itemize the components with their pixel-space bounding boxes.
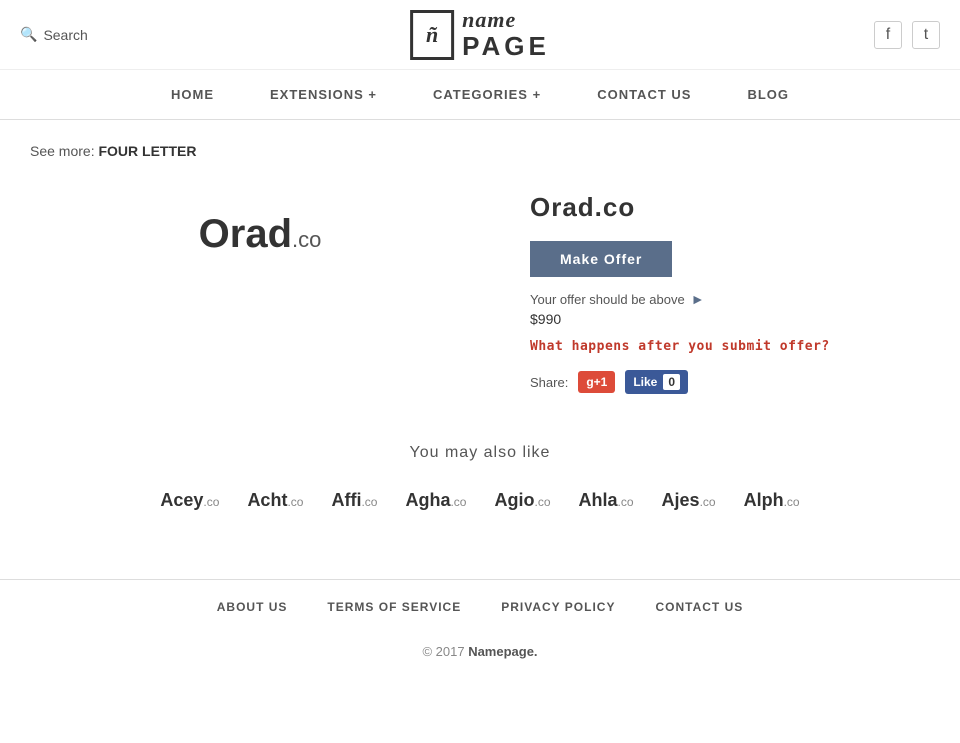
logo[interactable]: ñ name PAGE — [410, 8, 550, 61]
domain-card[interactable]: Ahla.co — [575, 482, 638, 519]
domain-display: Orad.co Orad.co Make Offer Your offer sh… — [30, 182, 930, 404]
nav-categories[interactable]: CATEGORIES + — [425, 82, 549, 107]
offer-hint-arrow-icon: ► — [691, 291, 705, 307]
logo-text: name PAGE — [462, 8, 550, 61]
domain-card[interactable]: Affi.co — [327, 482, 381, 519]
domain-card[interactable]: Alph.co — [740, 482, 804, 519]
domain-card[interactable]: Acht.co — [243, 482, 307, 519]
fb-count: 0 — [663, 374, 680, 390]
also-like-section: You may also like Acey.coAcht.coAffi.coA… — [30, 444, 930, 519]
domain-card[interactable]: Ajes.co — [658, 482, 720, 519]
nav-contact[interactable]: CONTACT US — [589, 82, 699, 107]
search-bar[interactable]: 🔍 Search — [20, 26, 88, 43]
domain-card[interactable]: Agha.co — [401, 482, 470, 519]
fb-label: Like — [633, 375, 657, 389]
gplus-label: g+1 — [586, 375, 607, 389]
share-label: Share: — [530, 375, 568, 390]
domain-preview-name: Orad.co — [199, 212, 322, 257]
logo-page: PAGE — [462, 32, 550, 61]
domain-card[interactable]: Acey.co — [156, 482, 223, 519]
footer-copyright: © 2017 Namepage. — [0, 634, 960, 679]
offer-hint-text: Your offer should be above — [530, 292, 685, 307]
logo-name: name — [462, 8, 550, 32]
footer-link[interactable]: ABOUT US — [217, 600, 288, 614]
domain-info-panel: Orad.co Make Offer Your offer should be … — [530, 182, 930, 404]
search-icon: 🔍 — [20, 26, 37, 43]
footer-link[interactable]: PRIVACY POLICY — [501, 600, 615, 614]
nav-extensions[interactable]: EXTENSIONS + — [262, 82, 385, 107]
share-row: Share: g+1 Like 0 — [530, 370, 930, 394]
offer-amount: $990 — [530, 311, 930, 327]
social-icons: f t — [874, 21, 940, 49]
also-like-grid: Acey.co Acht.co Affi.co Agha.co Agio.co Ahla.… — [30, 482, 930, 519]
facebook-like-button[interactable]: Like 0 — [625, 370, 688, 394]
see-more-prefix: See more: — [30, 143, 95, 159]
logo-icon: ñ — [410, 10, 454, 60]
offer-link[interactable]: What happens after you submit offer? — [530, 339, 930, 354]
domain-card[interactable]: Agio.co — [490, 482, 554, 519]
see-more-section: See more: FOUR LETTER — [30, 140, 930, 162]
copyright-text: © 2017 — [422, 644, 464, 659]
header: 🔍 Search ñ name PAGE f t — [0, 0, 960, 70]
also-like-title: You may also like — [30, 444, 930, 462]
make-offer-button[interactable]: Make Offer — [530, 241, 672, 277]
footer-links: ABOUT US TERMS OF SERVICE PRIVACY POLICY CO… — [0, 579, 960, 634]
nav-blog[interactable]: BLOG — [739, 82, 797, 107]
footer-link[interactable]: CONTACT US — [655, 600, 743, 614]
offer-hint: Your offer should be above ► — [530, 291, 930, 307]
twitter-icon[interactable]: t — [912, 21, 940, 49]
search-label: Search — [43, 27, 87, 43]
domain-preview-tld: .co — [292, 227, 321, 252]
domain-title: Orad.co — [530, 192, 930, 223]
main-content: See more: FOUR LETTER Orad.co Orad.co Ma… — [0, 120, 960, 539]
facebook-icon[interactable]: f — [874, 21, 902, 49]
domain-logo-preview: Orad.co — [30, 182, 490, 287]
brand-link[interactable]: Namepage. — [468, 644, 537, 659]
nav-home[interactable]: HOME — [163, 82, 222, 107]
footer-link[interactable]: TERMS OF SERVICE — [327, 600, 461, 614]
main-nav: HOME EXTENSIONS + CATEGORIES + CONTACT U… — [0, 70, 960, 120]
see-more-value[interactable]: FOUR LETTER — [98, 143, 196, 159]
gplus-button[interactable]: g+1 — [578, 371, 615, 393]
